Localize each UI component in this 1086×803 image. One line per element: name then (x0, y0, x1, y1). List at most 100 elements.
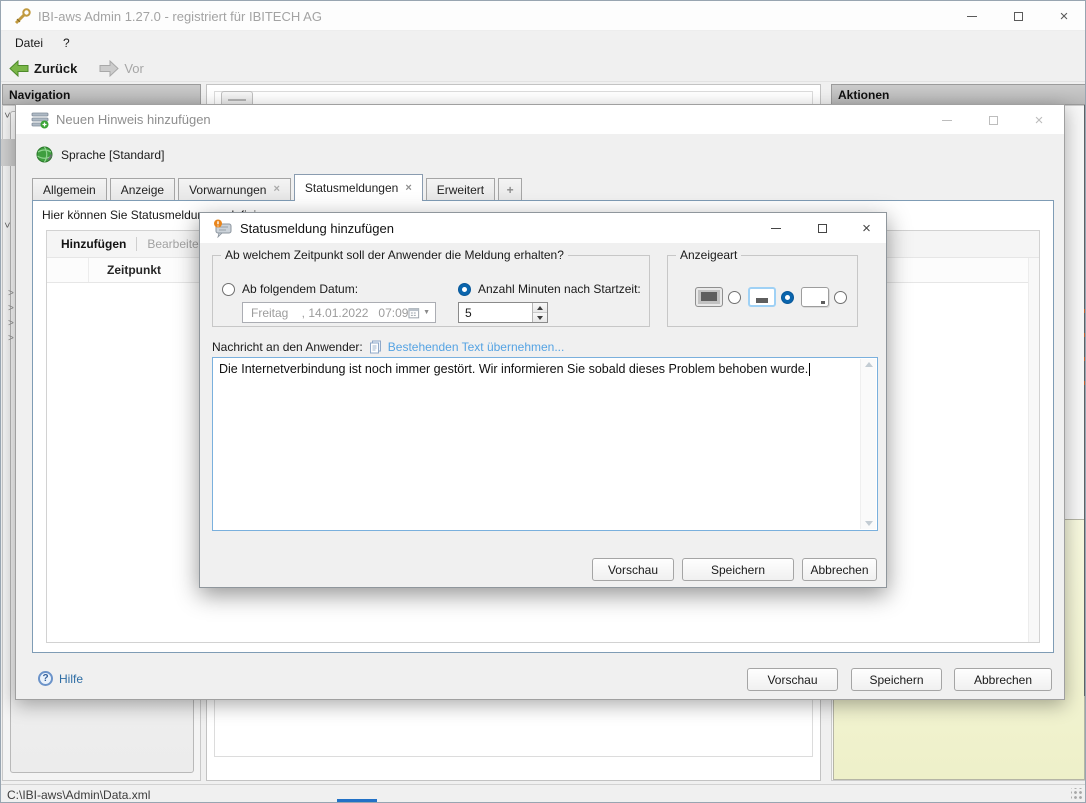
stepper-down-button[interactable] (533, 313, 547, 322)
forward-button[interactable]: Vor (99, 60, 144, 77)
help-icon: ? (38, 671, 53, 686)
text-caret (809, 363, 810, 376)
main-titlebar: IBI-aws Admin 1.27.0 - registriert für I… (1, 1, 1086, 31)
radio-minutes-option[interactable] (458, 283, 471, 296)
dialog-close-button[interactable]: × (845, 213, 888, 243)
textarea-scrollbar[interactable] (860, 359, 876, 529)
dropdown-icon: ▼ (423, 309, 430, 316)
display-option-fullscreen-icon[interactable] (695, 287, 723, 307)
list-edit-button[interactable]: Bearbeiten (147, 237, 205, 251)
app-title: IBI-aws Admin 1.27.0 - registriert für I… (38, 9, 322, 24)
tab-anzeige[interactable]: Anzeige (110, 178, 175, 201)
dialog-maximize-button[interactable] (799, 213, 845, 243)
close-icon: × (1035, 113, 1044, 128)
tab-allgemein[interactable]: Allgemein (32, 178, 107, 201)
close-icon: × (862, 221, 871, 236)
notice-dialog-title: Neuen Hinweis hinzufügen (56, 112, 211, 127)
tab-add-button[interactable]: + (498, 178, 522, 201)
display-option-banner-icon[interactable] (748, 287, 776, 307)
down-arrow-icon (537, 316, 543, 320)
display-group-label: Anzeigeart (676, 248, 741, 262)
tree-expander-open[interactable]: > (1, 112, 11, 118)
minutes-stepper[interactable]: 5 (458, 302, 548, 323)
message-text: Die Internetverbindung ist noch immer ge… (219, 362, 808, 376)
display-option-corner-icon[interactable] (801, 287, 829, 307)
tree-expander-closed[interactable]: > (8, 334, 14, 344)
message-textarea[interactable]: Die Internetverbindung ist noch immer ge… (212, 357, 878, 531)
tree-expander-closed[interactable]: > (8, 319, 14, 329)
up-arrow-icon (537, 306, 543, 310)
tree-expander-closed[interactable]: > (8, 289, 14, 299)
save-button[interactable]: Speichern (851, 668, 942, 691)
help-label: Hilfe (59, 672, 83, 686)
timing-group: Ab welchem Zeitpunkt soll der Anwender d… (212, 255, 650, 327)
statusbar: C:\IBI-aws\Admin\Data.xml (1, 784, 1086, 803)
tab-close-icon[interactable]: × (405, 183, 411, 194)
list-add-button[interactable]: Hinzufügen (61, 237, 126, 251)
display-type-group: Anzeigeart (667, 255, 858, 327)
list-scrollbar[interactable] (1028, 258, 1039, 642)
cancel-button[interactable]: Abbrechen (954, 668, 1052, 691)
scroll-up-icon (865, 362, 873, 367)
tab-erweitert[interactable]: Erweitert (426, 178, 495, 201)
date-value: Freitag , 14.01.2022 07:09 (243, 306, 408, 320)
tab-vorwarnungen[interactable]: Vorwarnungen × (178, 178, 291, 201)
language-selector[interactable]: Sprache [Standard] (36, 146, 164, 163)
close-button[interactable]: × (1041, 1, 1086, 31)
date-picker[interactable]: Freitag , 14.01.2022 07:09 ▼ (242, 302, 436, 323)
navigation-panel-header: Navigation (2, 84, 201, 105)
minimize-icon (942, 120, 952, 121)
maximize-button[interactable] (995, 1, 1041, 31)
tab-label: Erweitert (437, 183, 484, 197)
timing-group-label: Ab welchem Zeitpunkt soll der Anwender d… (221, 248, 568, 262)
tab-close-icon[interactable]: × (273, 184, 279, 195)
status-path: C:\IBI-aws\Admin\Data.xml (7, 788, 150, 802)
calendar-icon (408, 307, 420, 319)
resize-grip[interactable] (1071, 788, 1083, 800)
stepper-up-button[interactable] (533, 303, 547, 313)
actions-panel-header: Aktionen (831, 84, 1086, 105)
date-option-label[interactable]: Ab folgendem Datum: (242, 282, 358, 296)
menu-help[interactable]: ? (53, 31, 80, 55)
maximize-icon (818, 224, 827, 233)
dialog-minimize-button[interactable] (753, 213, 799, 243)
tab-label: Statusmeldungen (305, 181, 398, 195)
preview-button[interactable]: Vorschau (592, 558, 674, 581)
dialog-maximize-button[interactable] (970, 105, 1016, 135)
column-header-zeitpunkt[interactable]: Zeitpunkt (107, 263, 161, 277)
dialog-close-button[interactable]: × (1016, 105, 1062, 135)
paste-text-icon (369, 340, 382, 354)
tab-strip: Allgemein Anzeige Vorwarnungen × Statusm… (32, 174, 525, 201)
list-icon-column (47, 258, 89, 282)
statusmessage-dialog-title: Statusmeldung hinzufügen (240, 221, 394, 236)
minimize-icon (967, 16, 977, 17)
radio-date-option[interactable] (222, 283, 235, 296)
tree-expander-open[interactable]: > (1, 222, 11, 228)
radio-display-banner[interactable] (781, 291, 794, 304)
tree-expander-closed[interactable]: > (8, 304, 14, 314)
maximize-icon (1014, 12, 1023, 21)
preview-button[interactable]: Vorschau (747, 668, 838, 691)
save-button[interactable]: Speichern (682, 558, 794, 581)
help-link[interactable]: ? Hilfe (38, 671, 83, 686)
minimize-button[interactable] (949, 1, 995, 31)
back-button[interactable]: Zurück (9, 60, 77, 77)
minutes-option-label[interactable]: Anzahl Minuten nach Startzeit: (478, 282, 641, 296)
dialog-minimize-button[interactable] (924, 105, 970, 135)
radio-display-fullscreen[interactable] (728, 291, 741, 304)
main-toolbar: Zurück Vor (1, 55, 1086, 82)
add-tab-icon: + (507, 183, 514, 197)
app-window: IBI-aws Admin 1.27.0 - registriert für I… (0, 0, 1086, 803)
stepper-buttons (532, 303, 547, 322)
radio-display-corner[interactable] (834, 291, 847, 304)
menubar: Datei ? (1, 31, 1086, 55)
tab-label: Vorwarnungen (189, 183, 266, 197)
cancel-button[interactable]: Abbrechen (802, 558, 877, 581)
back-arrow-icon (9, 60, 29, 77)
tab-statusmeldungen[interactable]: Statusmeldungen × (294, 174, 423, 201)
taskbar-fragment (337, 799, 377, 803)
take-existing-text-link[interactable]: Bestehenden Text übernehmen... (388, 340, 565, 354)
tab-label: Anzeige (121, 183, 164, 197)
menu-file[interactable]: Datei (5, 31, 53, 55)
statusmessage-dialog-icon (212, 219, 233, 238)
